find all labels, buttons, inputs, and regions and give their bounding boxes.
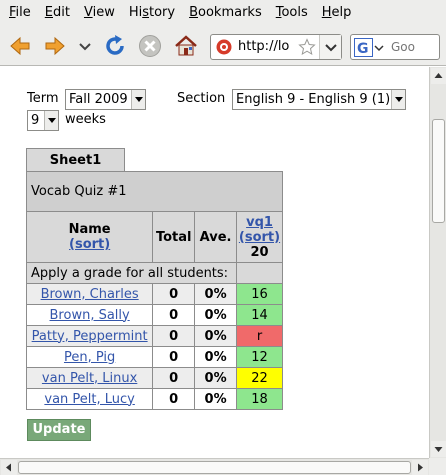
scroll-right-icon[interactable] <box>412 460 428 475</box>
student-link[interactable]: Brown, Sally <box>50 308 130 323</box>
scroll-left-icon[interactable] <box>1 460 17 475</box>
grade-cell[interactable]: 22 <box>236 367 283 389</box>
assignment-link[interactable]: vq1 <box>246 215 273 230</box>
grade-cell[interactable]: 16 <box>236 283 283 305</box>
sort-assignment-link[interactable]: (sort) <box>239 230 280 245</box>
weeks-select-value: 9 <box>31 113 40 128</box>
section-select[interactable]: English 9 - English 9 (1) <box>232 89 406 110</box>
chevron-down-icon <box>131 90 145 109</box>
menu-bar: File Edit View History Bookmarks Tools H… <box>0 0 446 26</box>
vertical-scroll-thumb[interactable] <box>432 119 445 223</box>
chevron-down-icon <box>391 90 405 109</box>
weeks-label: weeks <box>65 112 106 127</box>
total-cell: 0 <box>152 304 196 326</box>
average-cell: 0% <box>194 367 238 389</box>
table-row: van Pelt, Linux 0 0% 22 <box>25 367 283 389</box>
bookmark-star-icon[interactable] <box>298 38 316 60</box>
student-link[interactable]: Brown, Charles <box>41 287 139 302</box>
student-link[interactable]: van Pelt, Lucy <box>44 392 134 407</box>
search-bar[interactable]: G <box>350 34 440 60</box>
average-cell: 0% <box>194 304 238 326</box>
home-icon[interactable] <box>174 34 198 58</box>
menu-help[interactable]: Help <box>315 2 359 24</box>
grade-cell[interactable]: 12 <box>236 346 283 368</box>
name-header: Name (sort) <box>25 211 154 263</box>
average-cell: 0% <box>194 325 238 347</box>
term-select-value: Fall 2009 <box>69 92 128 107</box>
google-search-icon[interactable]: G <box>354 38 384 57</box>
menu-edit[interactable]: Edit <box>38 2 77 24</box>
student-link[interactable]: Pen, Pig <box>64 350 115 365</box>
horizontal-scroll-thumb[interactable] <box>18 461 411 474</box>
total-cell: 0 <box>152 283 196 305</box>
search-input[interactable] <box>391 38 437 56</box>
menu-history[interactable]: History <box>122 2 182 24</box>
weeks-select[interactable]: 9 <box>27 110 59 131</box>
section-label: Section <box>177 91 226 106</box>
grade-cell[interactable]: r <box>236 325 283 347</box>
grade-cell[interactable]: 18 <box>236 388 283 410</box>
table-row: Patty, Peppermint 0 0% r <box>25 325 283 347</box>
url-text: http://lo <box>238 39 290 54</box>
menu-bookmarks[interactable]: Bookmarks <box>182 2 269 24</box>
back-arrow-icon[interactable] <box>8 34 32 58</box>
apply-grade-label: Apply a grade for all students: <box>25 262 238 284</box>
total-cell: 0 <box>152 346 196 368</box>
name-header-label: Name <box>68 222 111 237</box>
scroll-up-icon[interactable] <box>431 68 446 84</box>
student-link[interactable]: van Pelt, Linux <box>42 371 137 386</box>
apply-grade-input[interactable] <box>236 262 283 284</box>
menu-tools[interactable]: Tools <box>269 2 315 24</box>
horizontal-scrollbar[interactable] <box>0 458 429 475</box>
average-cell: 0% <box>194 388 238 410</box>
table-row: Brown, Sally 0 0% 14 <box>25 304 283 326</box>
update-button[interactable]: Update <box>27 419 91 441</box>
total-cell: 0 <box>152 325 196 347</box>
average-cell: 0% <box>194 346 238 368</box>
grade-cell[interactable]: 14 <box>236 304 283 326</box>
site-icon <box>216 39 232 55</box>
reload-icon[interactable] <box>103 34 127 58</box>
assignment-header: vq1 (sort) 20 <box>236 211 283 263</box>
vertical-scrollbar[interactable] <box>429 67 446 458</box>
page-content: Term Fall 2009 Section English 9 - Engli… <box>0 67 429 458</box>
total-cell: 0 <box>152 367 196 389</box>
term-select[interactable]: Fall 2009 <box>65 89 146 110</box>
average-cell: 0% <box>194 283 238 305</box>
term-label: Term <box>27 91 59 106</box>
forward-arrow-icon[interactable] <box>43 34 67 58</box>
student-link[interactable]: Patty, Peppermint <box>32 329 148 344</box>
total-cell: 0 <box>152 388 196 410</box>
url-bar[interactable]: http://lo <box>210 34 342 60</box>
chevron-down-icon <box>44 111 58 130</box>
scroll-down-icon[interactable] <box>431 441 446 457</box>
url-dropdown-button[interactable] <box>319 35 341 59</box>
average-header: Ave. <box>194 211 238 263</box>
table-row: Pen, Pig 0 0% 12 <box>25 346 283 368</box>
table-row: van Pelt, Lucy 0 0% 18 <box>25 388 283 410</box>
history-dropdown-icon[interactable] <box>78 34 92 58</box>
tab-sheet1[interactable]: Sheet1 <box>26 148 125 172</box>
section-select-value: English 9 - English 9 (1) <box>236 92 391 107</box>
menu-view[interactable]: View <box>77 2 122 24</box>
gradebook-table: Vocab Quiz #1 Name (sort) Total Ave. vq1… <box>25 171 283 410</box>
table-row: Brown, Charles 0 0% 16 <box>25 283 283 305</box>
sort-name-link[interactable]: (sort) <box>69 237 110 252</box>
menu-file[interactable]: File <box>2 2 38 24</box>
stop-icon[interactable] <box>138 34 162 58</box>
total-header: Total <box>152 211 196 263</box>
assignment-points: 20 <box>250 244 269 260</box>
scrollbar-corner <box>429 458 446 475</box>
svg-text:G: G <box>357 41 369 57</box>
assignment-group-title: Vocab Quiz #1 <box>26 171 283 212</box>
